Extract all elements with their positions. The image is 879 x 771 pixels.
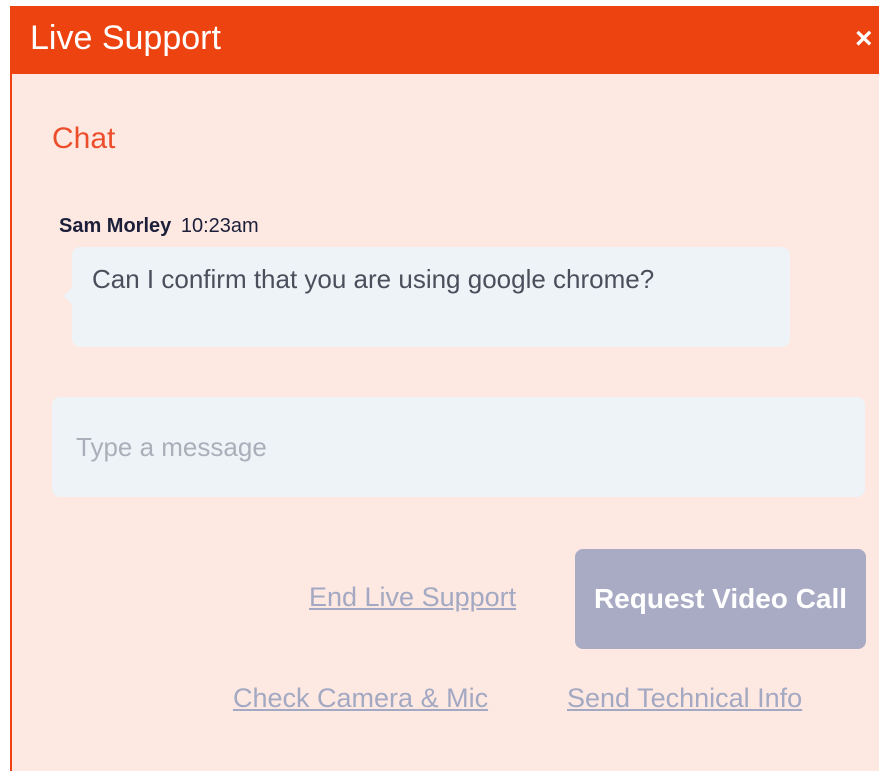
widget-header: Live Support × (12, 6, 879, 74)
message-timestamp: 10:23am (180, 215, 259, 237)
message-bubble: Can I confirm that you are using google … (63, 247, 790, 347)
request-video-call-button[interactable]: Request Video Call (575, 549, 866, 649)
send-technical-info-link[interactable]: Send Technical Info (567, 683, 802, 714)
end-live-support-link[interactable]: End Live Support (309, 582, 516, 613)
message-input[interactable] (52, 397, 865, 497)
check-camera-mic-link[interactable]: Check Camera & Mic (233, 683, 488, 714)
message-text: Can I confirm that you are using google … (92, 264, 655, 294)
chat-section-title: Chat (52, 122, 116, 155)
widget-title: Live Support (30, 19, 221, 57)
message-meta: Sam Morley 10:23am (59, 215, 259, 238)
live-support-widget: Live Support × Chat Sam Morley 10:23am C… (10, 6, 879, 771)
close-icon[interactable]: × (855, 24, 879, 54)
bubble-tail (63, 287, 73, 305)
message-author: Sam Morley (59, 215, 172, 237)
